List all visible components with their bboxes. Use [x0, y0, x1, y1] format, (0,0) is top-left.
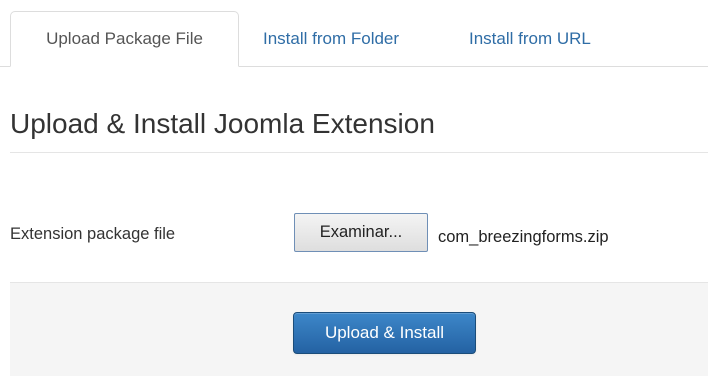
tab-install-from-url[interactable]: Install from URL	[469, 12, 591, 66]
form-actions: Upload & Install	[10, 282, 708, 376]
installer-tabs: Upload Package File Install from Folder …	[0, 0, 708, 67]
installer-page: Upload Package File Install from Folder …	[0, 0, 708, 376]
title-divider	[10, 152, 708, 153]
page-title: Upload & Install Joomla Extension	[10, 108, 435, 139]
browse-file-button[interactable]: Examinar...	[294, 213, 428, 252]
tab-install-from-folder[interactable]: Install from Folder	[263, 12, 399, 66]
tab-upload-package-file[interactable]: Upload Package File	[10, 11, 239, 67]
upload-and-install-button[interactable]: Upload & Install	[293, 312, 476, 354]
selected-file-name: com_breezingforms.zip	[438, 228, 609, 246]
extension-package-file-label: Extension package file	[10, 225, 176, 243]
